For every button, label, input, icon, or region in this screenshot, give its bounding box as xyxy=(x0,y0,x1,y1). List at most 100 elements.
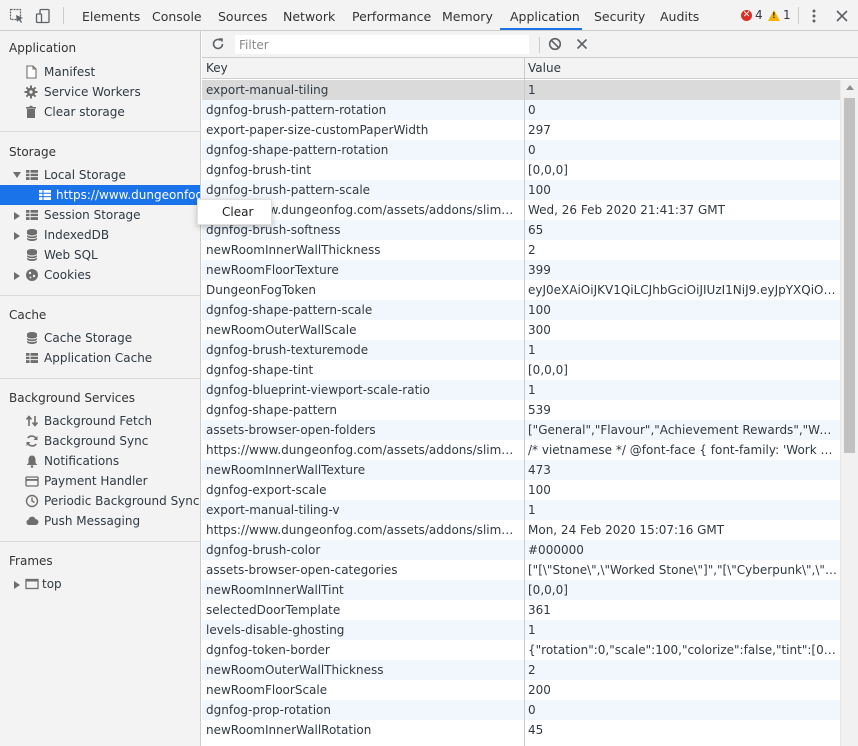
value-cell[interactable]: 1 xyxy=(528,380,838,400)
delete-selected-icon[interactable] xyxy=(572,34,592,54)
sidebar-item-periodic-background-sync[interactable]: Periodic Background Sync xyxy=(0,491,200,511)
expand-arrow-icon[interactable] xyxy=(14,232,20,240)
value-cell[interactable]: [0,0,0] xyxy=(528,160,838,180)
sidebar-item-local-storage[interactable]: Local Storage xyxy=(0,165,200,185)
table-row[interactable]: newRoomFloorTexture 399 xyxy=(202,260,840,280)
key-cell[interactable]: assets-browser-open-categories xyxy=(206,560,520,580)
key-cell[interactable]: levels-disable-ghosting xyxy=(206,620,520,640)
key-cell[interactable]: newRoomInnerWallTint xyxy=(206,580,520,600)
sidebar-item-push-messaging[interactable]: Push Messaging xyxy=(0,511,200,531)
filter-input[interactable] xyxy=(235,35,529,54)
table-row[interactable]: dgnfog-token-border {"rotation":0,"scale"… xyxy=(202,640,840,660)
key-cell[interactable]: dgnfog-brush-texturemode xyxy=(206,340,520,360)
value-cell[interactable]: 0 xyxy=(528,140,838,160)
tab-elements[interactable]: Elements xyxy=(82,0,140,31)
value-cell[interactable]: 100 xyxy=(528,300,838,320)
key-cell[interactable]: https://www.dungeonfog.com/assets/addons… xyxy=(206,440,520,460)
key-cell[interactable]: newRoomOuterWallScale xyxy=(206,320,520,340)
key-cell[interactable]: dgnfog-brush-pattern-scale xyxy=(206,180,520,200)
table-row[interactable]: newRoomInnerWallThickness 2 xyxy=(202,240,840,260)
expand-arrow-icon[interactable] xyxy=(14,272,20,280)
value-cell[interactable]: {"rotation":0,"scale":100,"colorize":fal… xyxy=(528,640,838,660)
tab-security[interactable]: Security xyxy=(594,0,645,31)
key-cell[interactable]: dgnfog-brush-color xyxy=(206,540,520,560)
table-row[interactable]: DungeonFogToken eyJ0eXAiOiJKV1QiLCJhbGciO… xyxy=(202,280,840,300)
value-cell[interactable]: ["[\"Stone\",\"Worked Stone\"]","[\"Cybe… xyxy=(528,560,838,580)
value-cell[interactable]: eyJ0eXAiOiJKV1QiLCJhbGciOiJIUzI1NiJ9.eyJ… xyxy=(528,280,838,300)
key-cell[interactable]: assets-browser-open-folders xyxy=(206,420,520,440)
sidebar-item-background-sync[interactable]: Background Sync xyxy=(0,431,200,451)
more-options-icon[interactable] xyxy=(804,6,824,26)
sidebar-item-application-cache[interactable]: Application Cache xyxy=(0,348,200,368)
key-cell[interactable]: newRoomInnerWallThickness xyxy=(206,240,520,260)
value-cell[interactable]: [0,0,0] xyxy=(528,360,838,380)
table-row[interactable]: dgnfog-brush-pattern-rotation 0 xyxy=(202,100,840,120)
error-counter[interactable]: ✕ 4 xyxy=(741,8,763,22)
refresh-icon[interactable] xyxy=(208,34,228,54)
table-row[interactable]: dgnfog-shape-pattern 539 xyxy=(202,400,840,420)
table-row[interactable]: selectedDoorTemplate 361 xyxy=(202,600,840,620)
table-row[interactable]: dgnfog-blueprint-viewport-scale-ratio 1 xyxy=(202,380,840,400)
key-cell[interactable]: newRoomInnerWallRotation xyxy=(206,720,520,740)
tab-sources[interactable]: Sources xyxy=(218,0,267,31)
key-cell[interactable]: dgnfog-shape-tint xyxy=(206,360,520,380)
table-row[interactable]: dgnfog-shape-pattern-scale 100 xyxy=(202,300,840,320)
sidebar-item-frame-top[interactable]: top xyxy=(0,574,200,594)
value-cell[interactable]: 300 xyxy=(528,320,838,340)
expand-arrow-icon[interactable] xyxy=(14,212,20,220)
tab-performance[interactable]: Performance xyxy=(352,0,431,31)
value-cell[interactable]: [0,0,0] xyxy=(528,580,838,600)
table-row[interactable]: dgnfog-shape-pattern-rotation 0 xyxy=(202,140,840,160)
key-cell[interactable]: newRoomInnerWallTexture xyxy=(206,460,520,480)
value-cell[interactable]: 297 xyxy=(528,120,838,140)
sidebar-item-session-storage[interactable]: Session Storage xyxy=(0,205,200,225)
sidebar-item-notifications[interactable]: Notifications xyxy=(0,451,200,471)
value-cell[interactable]: 1 xyxy=(528,500,838,520)
table-row[interactable]: dgnfog-brush-color #000000 xyxy=(202,540,840,560)
table-row[interactable]: https://www.dungeonfog.com/assets/addons… xyxy=(202,200,840,220)
expand-arrow-icon[interactable] xyxy=(14,581,20,589)
value-cell[interactable]: 2 xyxy=(528,660,838,680)
value-cell[interactable]: 100 xyxy=(528,180,838,200)
column-header-key[interactable]: Key xyxy=(206,61,228,75)
origin-row[interactable]: https://www.dungeonfog.com xyxy=(0,185,200,205)
table-row[interactable]: dgnfog-brush-texturemode 1 xyxy=(202,340,840,360)
key-cell[interactable]: export-paper-size-customPaperWidth xyxy=(206,120,520,140)
value-cell[interactable]: 473 xyxy=(528,460,838,480)
key-cell[interactable]: dgnfog-brush-pattern-rotation xyxy=(206,100,520,120)
key-cell[interactable]: newRoomFloorTexture xyxy=(206,260,520,280)
value-cell[interactable]: 65 xyxy=(528,220,838,240)
value-cell[interactable]: ["General","Flavour","Achievement Reward… xyxy=(528,420,838,440)
table-row[interactable]: https://www.dungeonfog.com/assets/addons… xyxy=(202,440,840,460)
table-row[interactable]: export-paper-size-customPaperWidth 297 xyxy=(202,120,840,140)
table-row[interactable]: levels-disable-ghosting 1 xyxy=(202,620,840,640)
table-row[interactable]: assets-browser-open-folders ["General","F… xyxy=(202,420,840,440)
tab-network[interactable]: Network xyxy=(283,0,335,31)
tab-memory[interactable]: Memory xyxy=(442,0,493,31)
clear-all-icon[interactable] xyxy=(545,34,565,54)
warning-counter[interactable]: ! 1 xyxy=(768,8,791,22)
value-cell[interactable]: /* vietnamese */ @font-face { font-famil… xyxy=(528,440,838,460)
key-cell[interactable]: dgnfog-token-border xyxy=(206,640,520,660)
sidebar-item-web-sql[interactable]: Web SQL xyxy=(0,245,200,265)
key-cell[interactable]: DungeonFogToken xyxy=(206,280,520,300)
scroll-up-arrow-icon[interactable] xyxy=(846,85,854,90)
key-cell[interactable]: export-manual-tiling-v xyxy=(206,500,520,520)
inspect-element-icon[interactable] xyxy=(7,6,27,26)
column-divider[interactable] xyxy=(524,58,525,746)
value-cell[interactable]: Wed, 26 Feb 2020 21:41:37 GMT xyxy=(528,200,838,220)
value-cell[interactable]: 0 xyxy=(528,700,838,720)
sidebar-item-cookies[interactable]: Cookies xyxy=(0,265,200,285)
table-row[interactable]: dgnfog-brush-softness 65 xyxy=(202,220,840,240)
value-cell[interactable]: 0 xyxy=(528,100,838,120)
table-row[interactable]: dgnfog-brush-pattern-scale 100 xyxy=(202,180,840,200)
value-cell[interactable]: 539 xyxy=(528,400,838,420)
value-cell[interactable]: 399 xyxy=(528,260,838,280)
tab-console[interactable]: Console xyxy=(152,0,202,31)
table-row[interactable]: dgnfog-brush-tint [0,0,0] xyxy=(202,160,840,180)
context-menu-clear[interactable]: Clear xyxy=(222,205,253,219)
value-cell[interactable]: 200 xyxy=(528,680,838,700)
value-cell[interactable]: 1 xyxy=(528,80,838,100)
value-cell[interactable]: 1 xyxy=(528,340,838,360)
key-cell[interactable]: dgnfog-shape-pattern xyxy=(206,400,520,420)
